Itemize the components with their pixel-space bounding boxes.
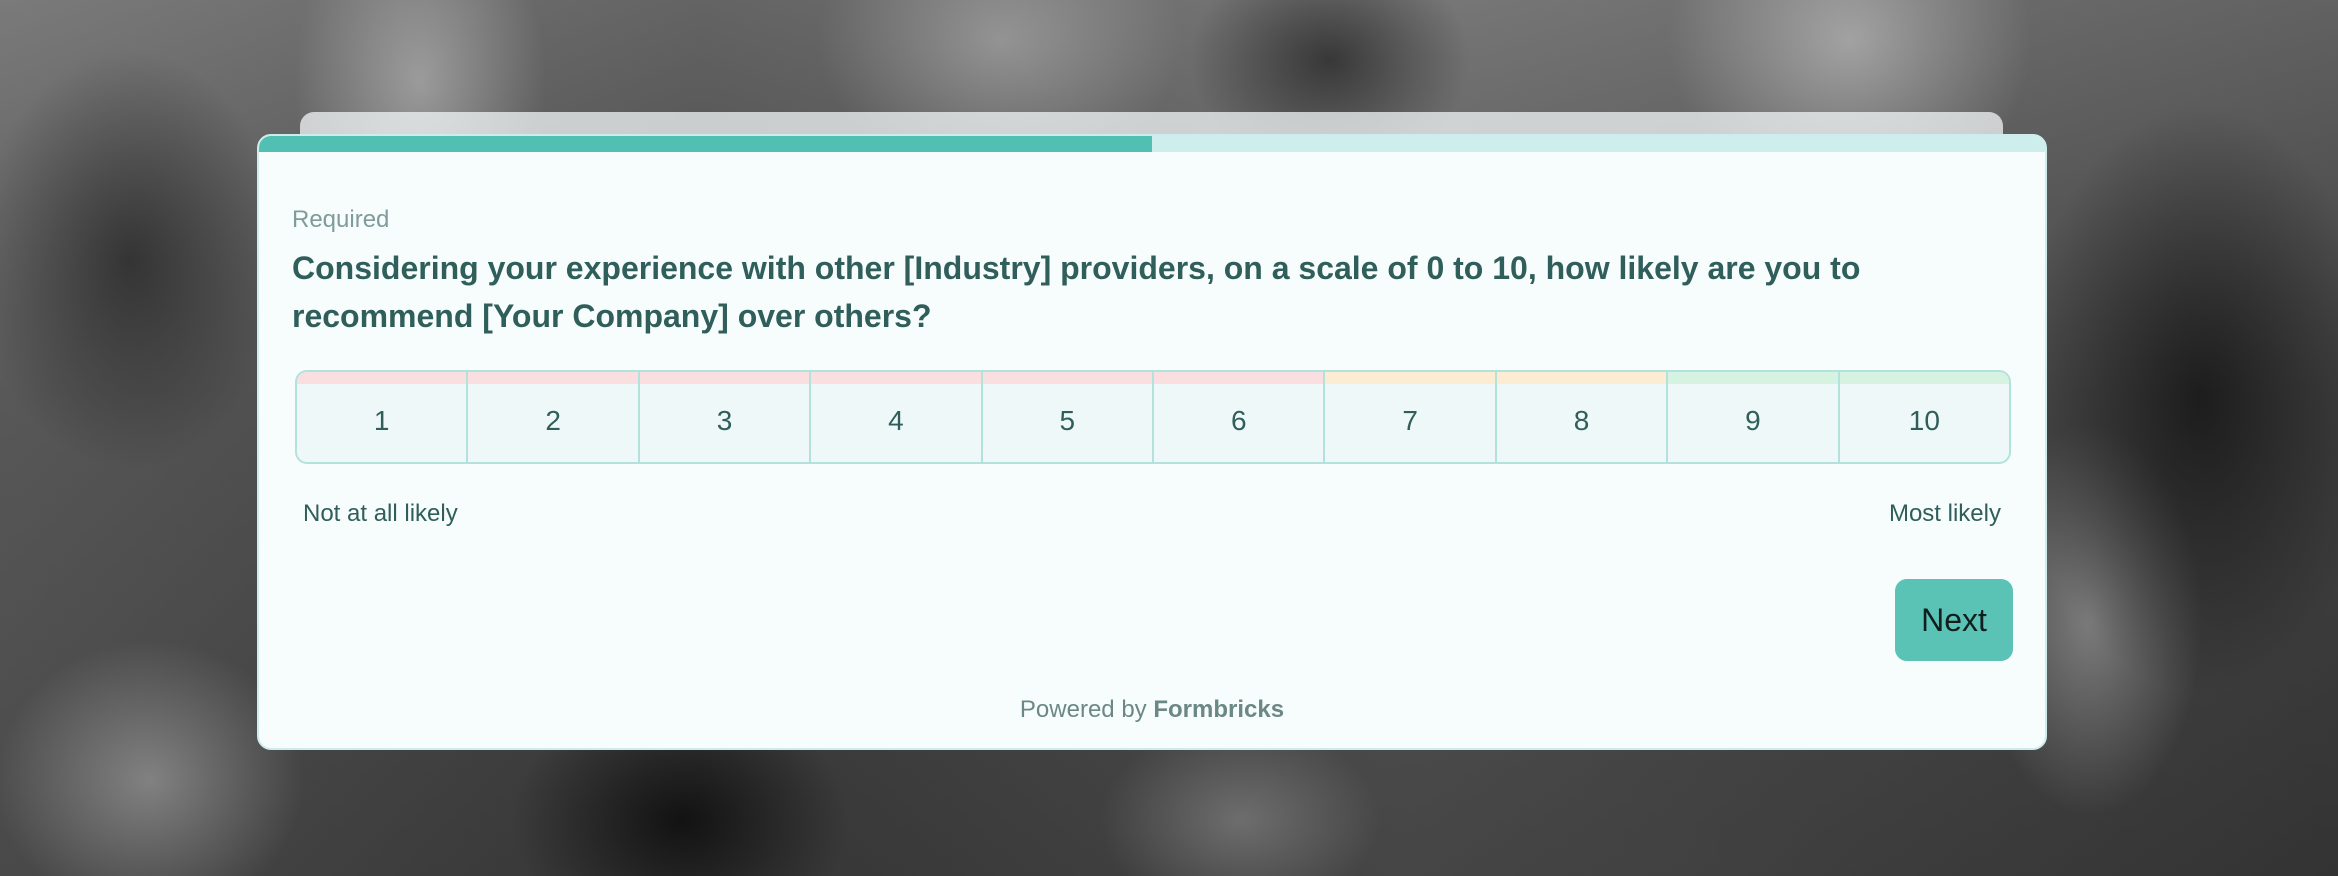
rating-color-band: [1668, 372, 1838, 384]
survey-stage: Required Considering your experience wit…: [0, 0, 2338, 876]
powered-by-footer: Powered by Formbricks: [259, 696, 2045, 724]
survey-card: Required Considering your experience wit…: [257, 134, 2047, 750]
rating-option-label: 7: [1402, 405, 1418, 436]
rating-option-8[interactable]: 8: [1496, 372, 1669, 462]
progress-bar: [259, 136, 2045, 152]
rating-option-label: 6: [1230, 405, 1247, 436]
rating-color-band: [1325, 372, 1495, 384]
rating-option-6[interactable]: 6: [1154, 372, 1326, 462]
rating-option-label: 1: [373, 405, 390, 436]
rating-color-band: [1839, 372, 2009, 384]
rating-option-label: 5: [1059, 405, 1076, 436]
rating-option-1[interactable]: 1: [297, 372, 469, 462]
rating-option-label: 10: [1908, 405, 1940, 436]
progress-bar-fill: [259, 136, 1152, 152]
nps-rating-scale: 1 2 3 4 5 6 7 8 9 10: [295, 370, 2011, 464]
rating-option-label: 2: [545, 405, 561, 436]
rating-color-band: [1496, 372, 1667, 384]
rating-option-label: 9: [1745, 405, 1761, 436]
next-button[interactable]: Next: [1895, 579, 2013, 661]
rating-option-7[interactable]: 7: [1325, 372, 1497, 462]
rating-option-5[interactable]: 5: [982, 372, 1155, 462]
rating-option-10[interactable]: 10: [1839, 372, 2009, 462]
rating-color-band: [982, 372, 1153, 384]
rating-option-9[interactable]: 9: [1668, 372, 1840, 462]
rating-color-band: [639, 372, 810, 384]
rating-color-band: [1154, 372, 1324, 384]
question-headline: Considering your experience with other […: [292, 250, 1861, 334]
rating-option-label: 3: [716, 405, 733, 436]
rating-option-2[interactable]: 2: [468, 372, 640, 462]
required-label: Required: [292, 206, 390, 233]
rating-color-band: [468, 372, 638, 384]
rating-option-3[interactable]: 3: [639, 372, 812, 462]
rating-option-4[interactable]: 4: [811, 372, 983, 462]
powered-by-brand-link[interactable]: Formbricks: [1153, 696, 1284, 723]
rating-color-band: [811, 372, 981, 384]
scale-upper-label: Most likely: [1888, 500, 2001, 527]
powered-by-prefix: Powered by: [1019, 696, 1147, 723]
rating-color-band: [297, 372, 467, 384]
scale-lower-label: Not at all likely: [303, 500, 458, 527]
rating-option-label: 8: [1573, 405, 1590, 436]
rating-option-label: 4: [888, 405, 904, 436]
